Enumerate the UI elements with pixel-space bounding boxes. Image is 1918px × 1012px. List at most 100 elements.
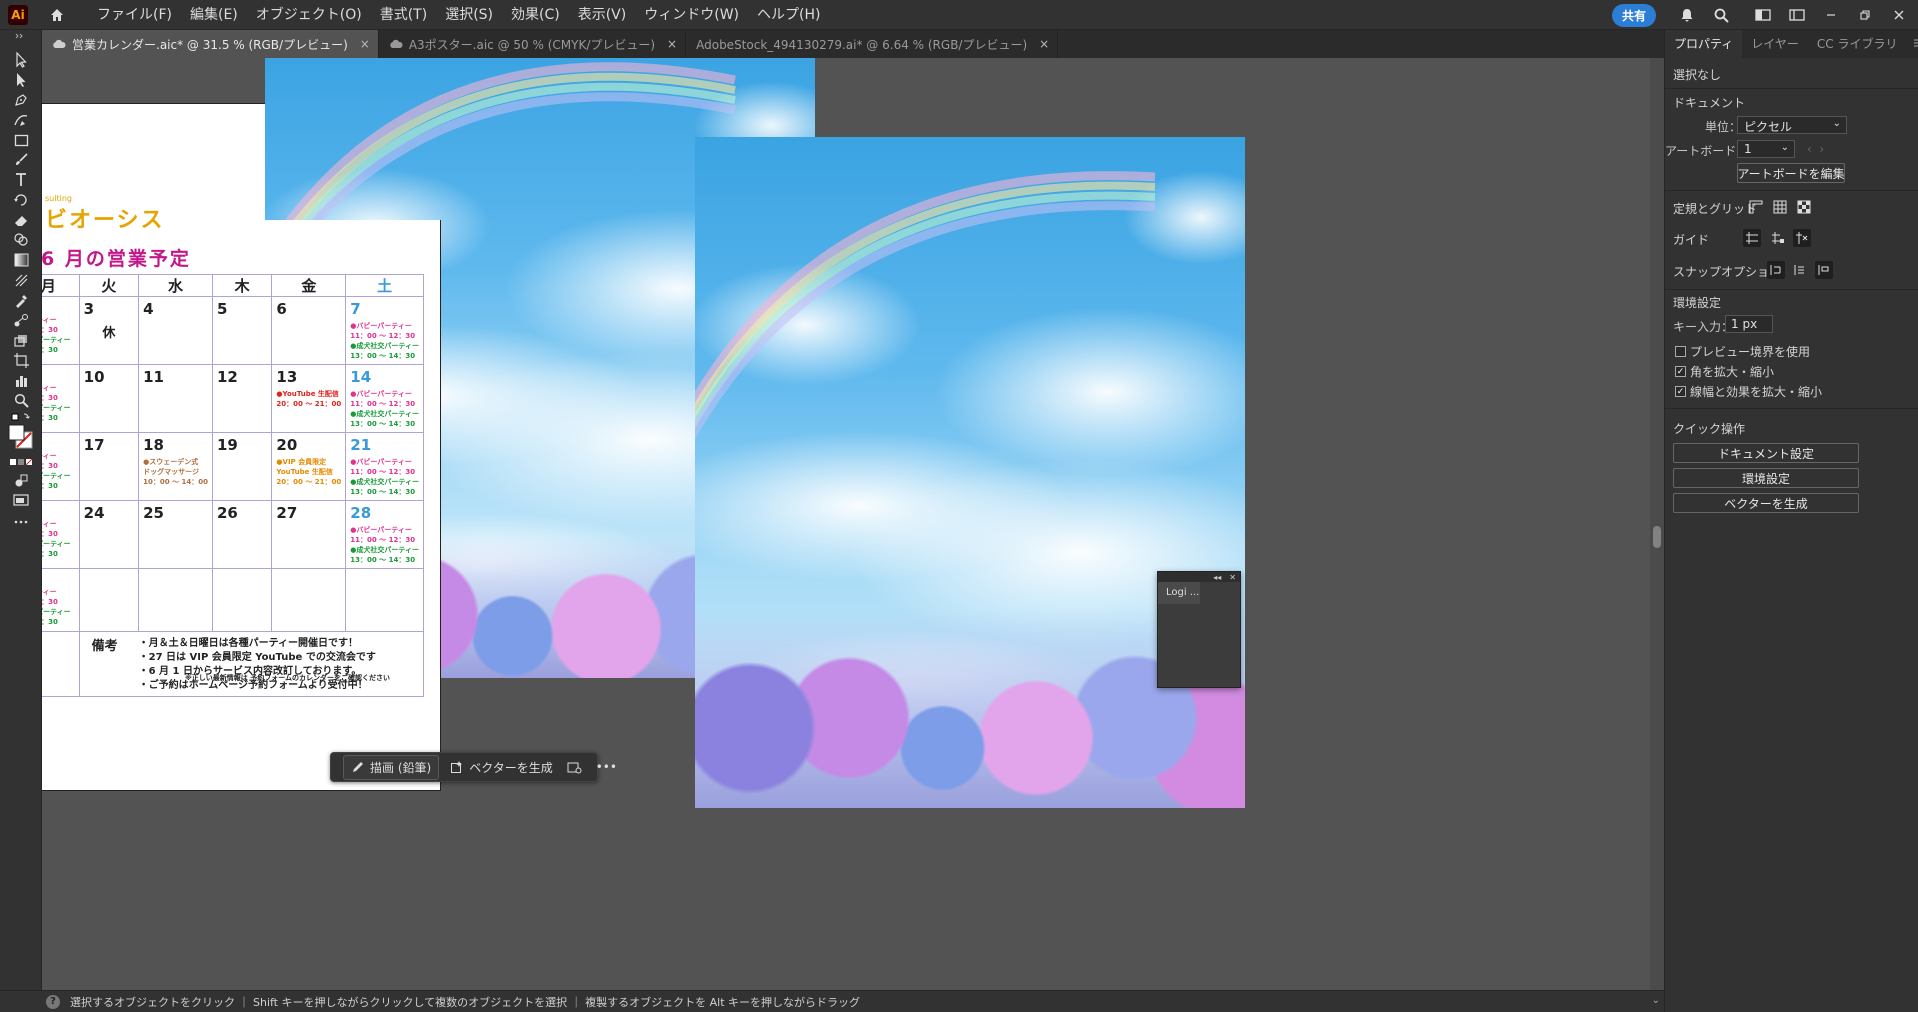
workspace-switcher-button[interactable] bbox=[1786, 4, 1808, 26]
tab-layers[interactable]: レイヤー bbox=[1742, 30, 1808, 58]
menu-item[interactable]: 選択(S) bbox=[436, 0, 502, 30]
curvature-tool[interactable] bbox=[9, 110, 33, 130]
day-number: 28 bbox=[350, 504, 372, 522]
vertical-scrollbar[interactable] bbox=[1650, 58, 1664, 990]
artboard-nav-arrows[interactable]: ‹ › bbox=[1807, 142, 1824, 156]
tab-cc-libraries[interactable]: CC ライブラリ bbox=[1808, 30, 1907, 58]
show-rulers-button[interactable] bbox=[1747, 198, 1765, 216]
floating-panel[interactable]: ◂◂ ✕ Logi ... bbox=[1157, 571, 1241, 688]
calendar-week-row: パーティー ～ 12：30 社交パーティー ～ 14：30 10 11 12 13 ●YouTu… bbox=[42, 364, 424, 433]
pen-tool[interactable] bbox=[9, 90, 33, 110]
home-button[interactable] bbox=[46, 4, 68, 26]
share-button[interactable]: 共有 bbox=[1611, 3, 1656, 27]
mesh-tool[interactable] bbox=[9, 270, 33, 290]
tab-properties[interactable]: プロパティ bbox=[1665, 30, 1743, 58]
toolbar-collapse-handle[interactable] bbox=[9, 32, 33, 40]
show-guides-button[interactable] bbox=[1743, 229, 1761, 247]
snap-to-grid-button[interactable] bbox=[1791, 261, 1809, 279]
selection-arrow-icon bbox=[16, 52, 27, 68]
gradient-tool[interactable] bbox=[9, 250, 33, 270]
smart-guides-button[interactable] bbox=[1793, 229, 1811, 247]
scrollbar-thumb[interactable] bbox=[1653, 526, 1661, 548]
selection-tool[interactable] bbox=[9, 50, 33, 70]
tab-calendar[interactable]: 営業カレンダー.aic* @ 31.5 % (RGB/プレビュー) × bbox=[42, 30, 379, 58]
blend-tool[interactable] bbox=[9, 310, 33, 330]
scale-corners-checkbox[interactable]: ✓ 角を拡大・縮小 bbox=[1675, 363, 1774, 380]
use-preview-bounds-checkbox[interactable]: プレビュー境界を使用 bbox=[1675, 343, 1810, 360]
show-grid-button[interactable] bbox=[1771, 198, 1789, 216]
live-paint-tool[interactable] bbox=[9, 330, 33, 350]
color-mode-buttons[interactable] bbox=[9, 452, 33, 472]
artboard-tool[interactable] bbox=[9, 350, 33, 370]
checkmark-icon[interactable]: ✓ bbox=[1675, 386, 1686, 397]
rotate-tool[interactable] bbox=[9, 190, 33, 210]
menu-item[interactable]: 編集(E) bbox=[181, 0, 247, 30]
menu-item[interactable]: ヘルプ(H) bbox=[748, 0, 829, 30]
lock-guides-button[interactable] bbox=[1769, 229, 1787, 247]
slice-tool[interactable] bbox=[9, 370, 33, 390]
edit-artboards-button[interactable]: アートボードを編集 bbox=[1737, 163, 1845, 183]
menu-item[interactable]: ウィンドウ(W) bbox=[635, 0, 748, 30]
drawing-mode-button[interactable] bbox=[9, 470, 33, 490]
scale-strokes-checkbox[interactable]: ✓ 線幅と効果を拡大・縮小 bbox=[1675, 383, 1822, 400]
transparency-grid-button[interactable] bbox=[1795, 198, 1813, 216]
tab-close-button[interactable]: × bbox=[360, 37, 370, 51]
key-increment-input[interactable]: 1 px bbox=[1725, 315, 1773, 333]
floating-panel-header[interactable]: ◂◂ ✕ bbox=[1158, 572, 1240, 582]
direct-selection-tool[interactable] bbox=[9, 70, 33, 90]
calendar-day-cell: 25 bbox=[138, 500, 213, 569]
company-name: ビオーシス bbox=[45, 208, 165, 233]
context-options-button[interactable] bbox=[560, 758, 589, 777]
rectangle-tool[interactable] bbox=[9, 130, 33, 150]
arrange-documents-button[interactable] bbox=[1752, 4, 1774, 26]
menu-item[interactable]: オブジェクト(O) bbox=[247, 0, 371, 30]
snap-to-glyph-button[interactable] bbox=[1815, 261, 1833, 279]
canvas-area[interactable]: sulting ビオーシス 6 月の営業予定 月火水木金土パーティー～ 12：3… bbox=[42, 58, 1652, 990]
tab-close-button[interactable]: × bbox=[667, 37, 677, 51]
close-panel-button[interactable]: ✕ bbox=[1229, 573, 1236, 582]
document-setup-button[interactable]: ドキュメント設定 bbox=[1673, 443, 1859, 463]
floating-panel-tab[interactable]: Logi ... bbox=[1158, 582, 1200, 604]
paintbrush-tool[interactable] bbox=[9, 150, 33, 170]
tab-poster[interactable]: A3ポスター.aic @ 50 % (CMYK/プレビュー) × bbox=[379, 30, 687, 58]
restore-button[interactable] bbox=[1854, 4, 1876, 26]
context-more-button[interactable]: ••• bbox=[589, 757, 624, 777]
fill-stroke-control[interactable] bbox=[5, 422, 37, 452]
menu-item[interactable]: 書式(T) bbox=[371, 0, 436, 30]
search-button[interactable] bbox=[1710, 4, 1732, 26]
menu-item[interactable]: ファイル(F) bbox=[88, 0, 181, 30]
sky-overlap bbox=[265, 58, 441, 220]
shape-builder-tool[interactable] bbox=[9, 230, 33, 250]
chevron-down-icon[interactable]: ⌄ bbox=[1652, 995, 1660, 1006]
type-tool[interactable] bbox=[9, 170, 33, 190]
notification-button[interactable] bbox=[1676, 4, 1698, 26]
calendar-day-cell: 27 bbox=[271, 500, 347, 569]
preferences-button[interactable]: 環境設定 bbox=[1673, 468, 1859, 488]
eyedropper-tool[interactable] bbox=[9, 290, 33, 310]
checkbox-box[interactable] bbox=[1675, 346, 1686, 357]
menu-item[interactable]: 効果(C) bbox=[502, 0, 569, 30]
panel-menu-button[interactable] bbox=[1907, 30, 1918, 58]
snap-to-point-button[interactable] bbox=[1767, 261, 1785, 279]
zoom-tool[interactable] bbox=[9, 390, 33, 410]
edit-toolbar-button[interactable] bbox=[9, 512, 33, 532]
generate-vector-button[interactable]: ベクターを生成 bbox=[443, 756, 560, 779]
menu-item[interactable]: 表示(V) bbox=[569, 0, 636, 30]
collapse-panel-button[interactable]: ◂◂ bbox=[1213, 573, 1221, 582]
tab-adobestock[interactable]: AdobeStock_494130279.ai* @ 6.64 % (RGB/プ… bbox=[686, 30, 1059, 58]
close-window-button[interactable] bbox=[1888, 4, 1910, 26]
help-icon[interactable]: ? bbox=[46, 994, 60, 1009]
units-dropdown[interactable]: ピクセル ⌄ bbox=[1737, 116, 1847, 134]
tab-close-button[interactable]: × bbox=[1039, 37, 1049, 51]
event-text: ～ 12：30 bbox=[42, 394, 58, 402]
minimize-button[interactable] bbox=[1820, 4, 1842, 26]
draw-pencil-button[interactable]: 描画 (鉛筆) bbox=[343, 754, 440, 780]
eraser-tool[interactable] bbox=[9, 210, 33, 230]
event-text: 13：00 ～ 14：30 bbox=[350, 488, 416, 496]
screen-mode-button[interactable] bbox=[9, 490, 33, 510]
generate-vector-panel-button[interactable]: ベクターを生成 bbox=[1673, 493, 1859, 513]
sky-artwork-right[interactable] bbox=[695, 137, 1245, 808]
day-number: 17 bbox=[83, 436, 105, 454]
artboard-dropdown[interactable]: 1 ⌄ bbox=[1737, 140, 1795, 158]
checkmark-icon[interactable]: ✓ bbox=[1675, 366, 1686, 377]
